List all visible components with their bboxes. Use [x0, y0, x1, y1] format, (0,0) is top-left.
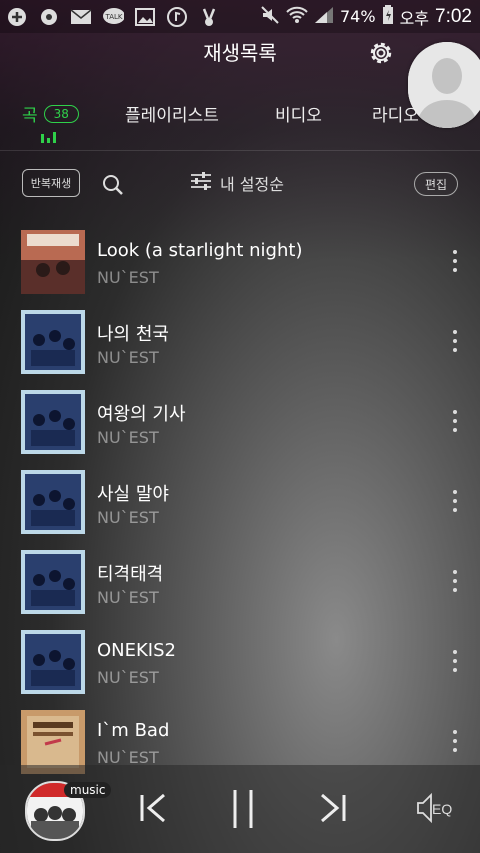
chat-icon — [38, 6, 60, 28]
track-title: 사실 말야 — [97, 484, 169, 505]
tab-video[interactable]: 비디오 — [275, 101, 322, 126]
list-item[interactable]: 나의 천국 NU`EST — [0, 304, 480, 384]
more-options-icon[interactable] — [452, 570, 458, 592]
sort-label: 내 설정순 — [220, 175, 284, 194]
now-playing-indicator — [41, 132, 56, 143]
tab-playlist[interactable]: 플레이리스트 — [125, 101, 219, 126]
tab-songs[interactable]: 곡 38 — [22, 101, 79, 126]
repeat-button[interactable]: 반복재생 — [22, 169, 80, 197]
track-title: 나의 천국 — [97, 324, 169, 345]
pause-icon[interactable] — [228, 788, 258, 830]
mute-icon — [260, 5, 280, 29]
list-item[interactable]: Look (a starlight night) NU`EST — [0, 224, 480, 304]
speaker-icon — [417, 792, 432, 824]
album-art — [21, 550, 85, 614]
track-artist: NU`EST — [97, 268, 159, 287]
signal-icon — [314, 6, 334, 28]
album-art — [21, 470, 85, 534]
more-options-icon[interactable] — [452, 490, 458, 512]
ampm-text: 오후 — [399, 8, 430, 28]
list-item[interactable]: ONEKIS2 NU`EST — [0, 624, 480, 704]
image-icon — [134, 6, 156, 28]
track-title: ONEKIS2 — [97, 640, 176, 661]
track-artist: NU`EST — [97, 348, 159, 367]
clock-time: 7:02 — [435, 5, 472, 27]
edit-button[interactable]: 편집 — [414, 172, 458, 196]
track-title: 여왕의 기사 — [97, 404, 186, 425]
more-options-icon[interactable] — [452, 250, 458, 272]
track-artist: NU`EST — [97, 588, 159, 607]
track-artist: NU`EST — [97, 668, 159, 687]
search-icon[interactable] — [101, 173, 125, 197]
track-list: Look (a starlight night) NU`EST 나의 천국 NU… — [0, 224, 480, 784]
sliders-icon — [190, 171, 212, 195]
tab-radio[interactable]: 라디오 — [372, 101, 419, 126]
list-item[interactable]: 여왕의 기사 NU`EST — [0, 384, 480, 464]
status-bar: TALK 74% 오후 7:02 — [0, 0, 480, 33]
eq-button[interactable]: EQ — [416, 791, 458, 825]
mini-player: music EQ — [0, 765, 480, 853]
battery-text: 74% — [340, 7, 376, 26]
next-icon[interactable] — [316, 792, 348, 824]
header: 재생목록 — [0, 33, 480, 73]
more-options-icon[interactable] — [452, 730, 458, 752]
song-count-badge: 38 — [43, 104, 79, 123]
previous-icon[interactable] — [138, 792, 170, 824]
list-toolbar: 반복재생 내 설정순 편집 — [0, 165, 480, 205]
sort-button[interactable]: 내 설정순 — [190, 171, 284, 195]
plus-icon — [6, 6, 28, 28]
talk-icon: TALK — [102, 6, 124, 28]
tab-bar: 곡 38 플레이리스트 비디오 라디오 — [0, 95, 480, 145]
victory-icon — [198, 6, 220, 28]
track-artist: NU`EST — [97, 428, 159, 447]
divider — [0, 150, 480, 151]
page-title: 재생목록 — [203, 41, 277, 65]
battery-icon — [382, 4, 394, 29]
album-art — [21, 630, 85, 694]
track-title: Look (a starlight night) — [97, 240, 303, 261]
wifi-icon — [286, 6, 308, 28]
tab-songs-label: 곡 — [22, 106, 38, 126]
more-options-icon[interactable] — [452, 410, 458, 432]
track-title: I`m Bad — [97, 720, 170, 741]
track-title: 티격태격 — [97, 564, 164, 585]
album-art — [21, 310, 85, 374]
album-art — [21, 390, 85, 454]
more-options-icon[interactable] — [452, 650, 458, 672]
album-art — [21, 230, 85, 294]
svg-text:TALK: TALK — [104, 13, 122, 21]
list-item[interactable]: 티격태격 NU`EST — [0, 544, 480, 624]
track-artist: NU`EST — [97, 508, 159, 527]
eq-label: EQ — [432, 801, 452, 817]
gear-icon[interactable] — [367, 39, 395, 67]
music-note-icon — [166, 6, 188, 28]
music-tag: music — [64, 782, 112, 798]
mail-icon — [70, 6, 92, 28]
more-options-icon[interactable] — [452, 330, 458, 352]
list-item[interactable]: 사실 말야 NU`EST — [0, 464, 480, 544]
